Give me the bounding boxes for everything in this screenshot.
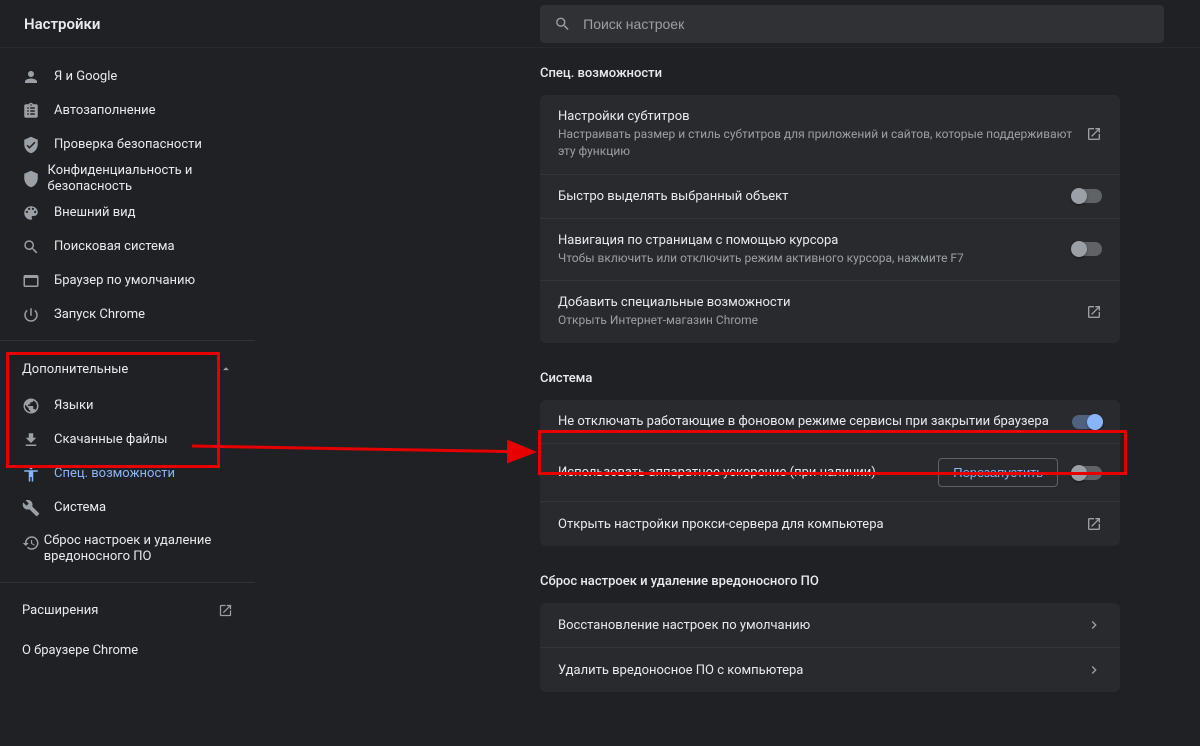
section-accessibility: Спец. возможности Настройки субтитров На… xyxy=(540,66,1120,343)
sidebar-item-label: Поисковая система xyxy=(54,239,175,255)
sidebar-item-accessibility[interactable]: Спец. возможности xyxy=(0,457,255,491)
shield-icon xyxy=(22,170,48,188)
row-title: Удалить вредоносное ПО с компьютера xyxy=(558,663,1086,678)
sidebar-item-reset[interactable]: Сброс настроек и удаление вредоносного П… xyxy=(0,525,255,574)
sidebar-item-label: Языки xyxy=(54,398,94,414)
row-subtitle: Открыть Интернет-магазин Chrome xyxy=(558,312,1086,329)
external-link-icon xyxy=(218,603,233,618)
sidebar-advanced-toggle[interactable]: Дополнительные xyxy=(0,349,255,389)
section-reset: Сброс настроек и удаление вредоносного П… xyxy=(540,574,1120,692)
row-title: Добавить специальные возможности xyxy=(558,295,1086,310)
sidebar-item-safety-check[interactable]: Проверка безопасности xyxy=(0,128,255,162)
section-title: Сброс настроек и удаление вредоносного П… xyxy=(540,574,1120,589)
sidebar-item-label: Сброс настроек и удаление вредоносного П… xyxy=(44,533,233,566)
toggle-hwaccel[interactable] xyxy=(1072,466,1102,480)
row-hardware-accel[interactable]: Использовать аппаратное ускорение (при н… xyxy=(540,444,1120,502)
sidebar-item-autofill[interactable]: Автозаполнение xyxy=(0,94,255,128)
sidebar-separator xyxy=(0,340,255,341)
sidebar-item-me-google[interactable]: Я и Google xyxy=(0,60,255,94)
external-link-icon xyxy=(1086,304,1102,320)
row-title: Открыть настройки прокси-сервера для ком… xyxy=(558,517,1086,532)
chevron-right-icon xyxy=(1086,662,1102,678)
row-title: Не отключать работающие в фоновом режиме… xyxy=(558,414,1072,429)
sidebar-item-label: Конфиденциальность и безопасность xyxy=(48,163,233,196)
search-icon xyxy=(22,238,54,256)
sidebar-item-search-engine[interactable]: Поисковая система xyxy=(0,230,255,264)
shield-check-icon xyxy=(22,136,54,154)
about-label: О браузере Chrome xyxy=(22,643,138,658)
person-icon xyxy=(22,68,54,86)
row-proxy-settings[interactable]: Открыть настройки прокси-сервера для ком… xyxy=(540,502,1120,546)
search-icon xyxy=(554,15,571,33)
clipboard-icon xyxy=(22,102,54,120)
sidebar-item-label: Браузер по умолчанию xyxy=(54,273,195,289)
section-system: Система Не отключать работающие в фоново… xyxy=(540,371,1120,546)
row-subtitle: Чтобы включить или отключить режим актив… xyxy=(558,250,1072,267)
main-content: Спец. возможности Настройки субтитров На… xyxy=(255,48,1200,746)
download-icon xyxy=(22,431,54,449)
row-focus-highlight[interactable]: Быстро выделять выбранный объект xyxy=(540,175,1120,219)
sidebar-item-default-browser[interactable]: Браузер по умолчанию xyxy=(0,264,255,298)
sidebar-item-label: Я и Google xyxy=(54,69,117,85)
row-captions[interactable]: Настройки субтитров Настраивать размер и… xyxy=(540,95,1120,175)
row-add-accessibility[interactable]: Добавить специальные возможности Открыть… xyxy=(540,281,1120,343)
sidebar-extensions-link[interactable]: Расширения xyxy=(0,591,255,631)
toggle-focus[interactable] xyxy=(1072,189,1102,203)
sidebar-item-label: Система xyxy=(54,500,106,516)
sidebar-item-appearance[interactable]: Внешний вид xyxy=(0,196,255,230)
sidebar-item-label: Спец. возможности xyxy=(54,466,175,482)
globe-icon xyxy=(22,397,54,415)
sidebar-item-system[interactable]: Система xyxy=(0,491,255,525)
sidebar-item-languages[interactable]: Языки xyxy=(0,389,255,423)
row-title: Использовать аппаратное ускорение (при н… xyxy=(558,465,938,480)
sidebar-separator xyxy=(0,582,255,583)
sidebar-item-label: Проверка безопасности xyxy=(54,137,202,153)
row-title: Восстановление настроек по умолчанию xyxy=(558,618,1086,633)
row-title: Настройки субтитров xyxy=(558,109,1086,124)
sidebar-about-link[interactable]: О браузере Chrome xyxy=(0,631,255,671)
sidebar-item-privacy[interactable]: Конфиденциальность и безопасность xyxy=(0,162,255,196)
extensions-label: Расширения xyxy=(22,603,98,618)
row-title: Быстро выделять выбранный объект xyxy=(558,189,1072,204)
sidebar-item-label: Внешний вид xyxy=(54,205,136,221)
page-title: Настройки xyxy=(0,15,540,33)
chevron-up-icon xyxy=(219,362,233,376)
row-cleanup[interactable]: Удалить вредоносное ПО с компьютера xyxy=(540,648,1120,692)
section-title: Спец. возможности xyxy=(540,66,1120,81)
sidebar-item-label: Автозаполнение xyxy=(54,103,156,119)
external-link-icon xyxy=(1086,126,1102,142)
restore-icon xyxy=(22,533,44,552)
sidebar-item-downloads[interactable]: Скачанные файлы xyxy=(0,423,255,457)
row-subtitle: Настраивать размер и стиль субтитров для… xyxy=(558,126,1086,160)
accessibility-icon xyxy=(22,465,54,483)
sidebar-advanced-label: Дополнительные xyxy=(22,362,128,377)
relaunch-button[interactable]: Перезапустить xyxy=(938,458,1058,487)
search-input[interactable] xyxy=(583,16,1150,32)
chevron-right-icon xyxy=(1086,617,1102,633)
browser-icon xyxy=(22,272,54,290)
sidebar: Я и Google Автозаполнение Проверка безоп… xyxy=(0,48,255,746)
toggle-background[interactable] xyxy=(1072,415,1102,429)
row-restore-defaults[interactable]: Восстановление настроек по умолчанию xyxy=(540,603,1120,648)
sidebar-item-label: Запуск Chrome xyxy=(54,307,145,323)
palette-icon xyxy=(22,204,54,222)
wrench-icon xyxy=(22,499,54,517)
external-link-icon xyxy=(1086,516,1102,532)
row-caret-browsing[interactable]: Навигация по страницам с помощью курсора… xyxy=(540,219,1120,282)
power-icon xyxy=(22,306,54,324)
sidebar-item-startup[interactable]: Запуск Chrome xyxy=(0,298,255,332)
row-title: Навигация по страницам с помощью курсора xyxy=(558,233,1072,248)
toggle-caret[interactable] xyxy=(1072,242,1102,256)
sidebar-item-label: Скачанные файлы xyxy=(54,432,168,448)
search-box[interactable] xyxy=(540,5,1164,43)
section-title: Система xyxy=(540,371,1120,386)
app-header: Настройки xyxy=(0,0,1200,48)
row-background-apps[interactable]: Не отключать работающие в фоновом режиме… xyxy=(540,400,1120,444)
